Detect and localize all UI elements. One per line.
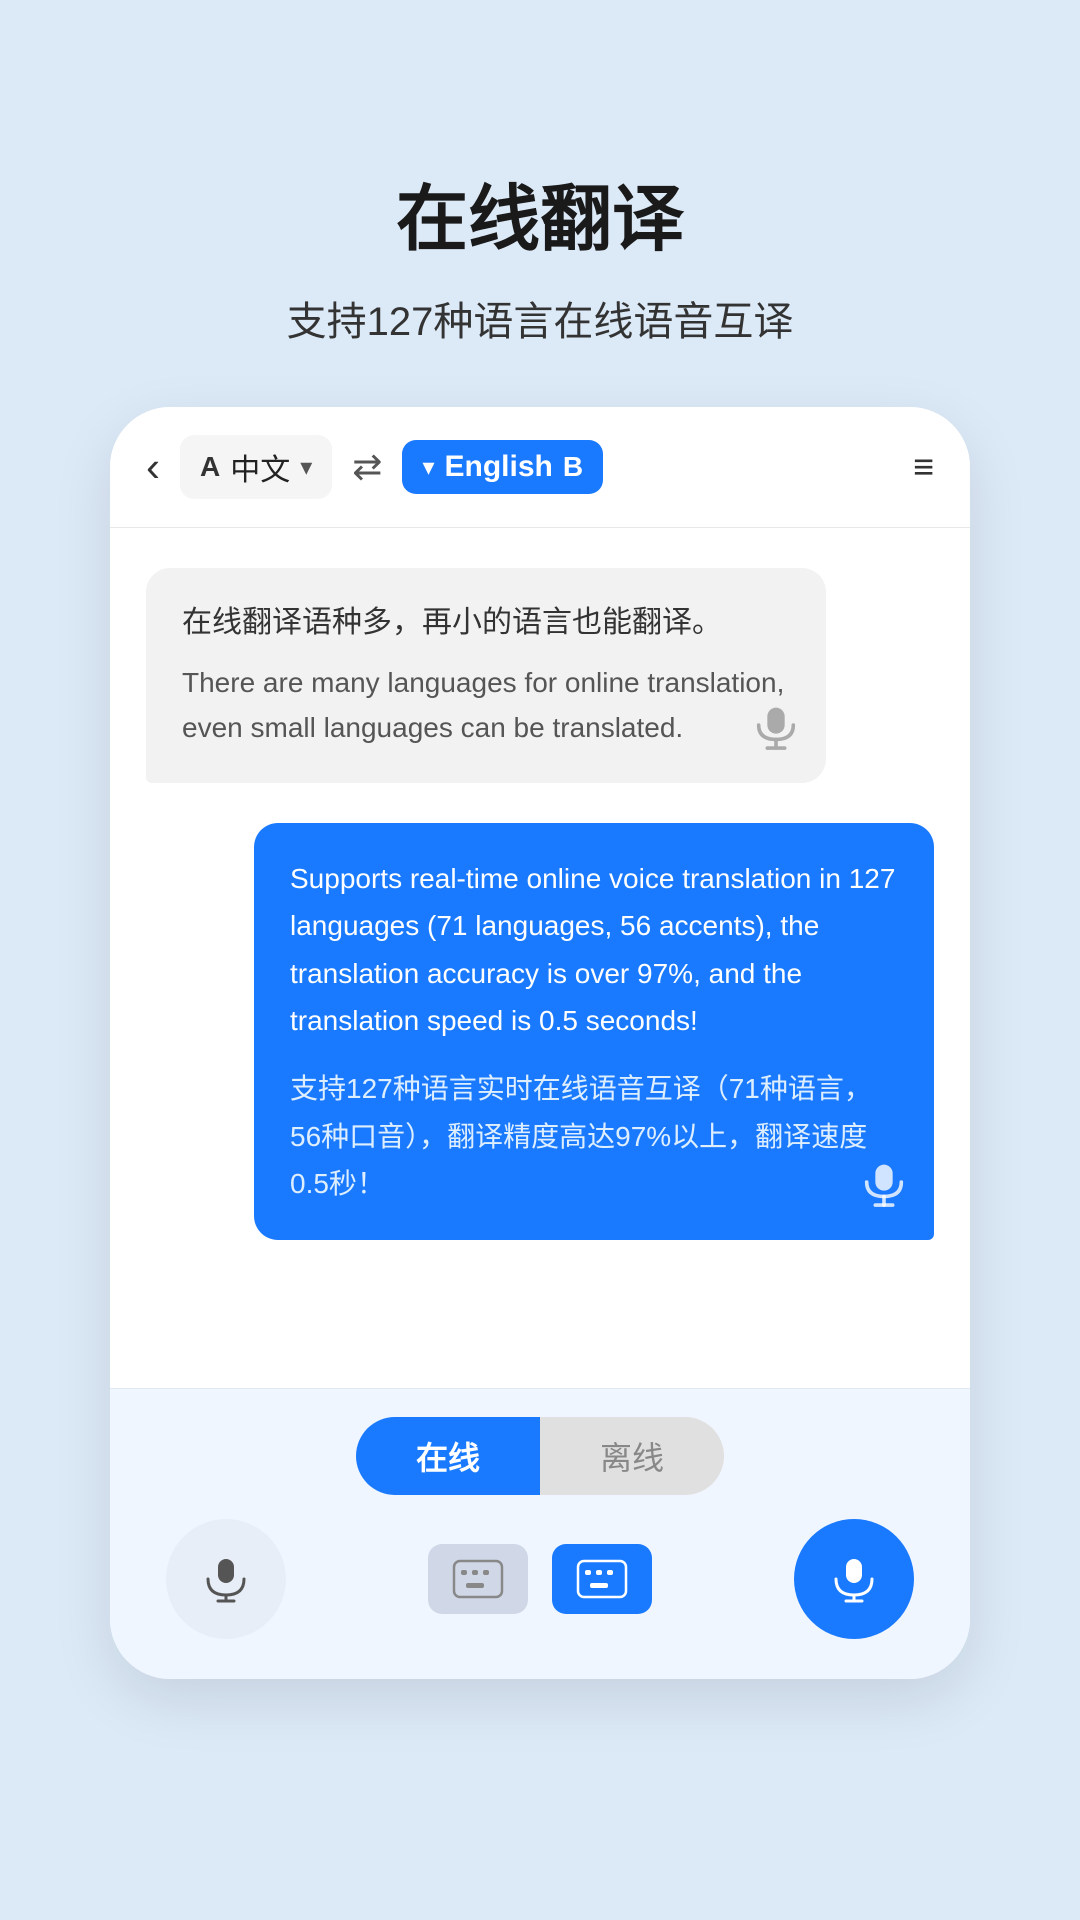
offline-mode-button[interactable]: 离线	[540, 1417, 724, 1495]
page-title: 在线翻译	[0, 160, 1080, 265]
source-lang-chevron-icon: ▾	[300, 453, 312, 482]
sent-bubble: Supports real-time online voice translat…	[254, 823, 934, 1240]
bubble-translated-text: There are many languages for online tran…	[182, 661, 790, 751]
received-message-wrap: 在线翻译语种多，再小的语言也能翻译。 There are many langua…	[146, 568, 934, 783]
target-lang-label: English	[445, 450, 553, 484]
back-button[interactable]: ‹	[146, 443, 160, 491]
bubble-english-text: Supports real-time online voice translat…	[290, 855, 898, 1045]
page-header: 在线翻译 支持127种语言在线语音互译	[0, 0, 1080, 407]
keyboard-row	[146, 1519, 934, 1639]
bottom-bar: 在线 离线	[110, 1388, 970, 1679]
target-language-selector[interactable]: ▾ English B	[402, 440, 603, 494]
menu-button[interactable]: ≡	[913, 446, 934, 488]
online-mode-button[interactable]: 在线	[356, 1417, 540, 1495]
mic-button-right[interactable]	[794, 1519, 914, 1639]
keyboard-icon-inactive	[452, 1559, 504, 1599]
bubble-source-text: 在线翻译语种多，再小的语言也能翻译。	[182, 600, 790, 645]
chat-area: 在线翻译语种多，再小的语言也能翻译。 There are many langua…	[110, 528, 970, 1388]
keyboard-buttons	[428, 1544, 652, 1614]
keyboard-button-active[interactable]	[552, 1544, 652, 1614]
source-lang-label: 中文	[230, 445, 290, 489]
play-audio-button-right[interactable]	[858, 1156, 910, 1216]
mode-switcher: 在线 离线	[146, 1417, 934, 1495]
mic-button-left[interactable]	[166, 1519, 286, 1639]
received-bubble: 在线翻译语种多，再小的语言也能翻译。 There are many langua…	[146, 568, 826, 783]
play-audio-button-left[interactable]	[750, 699, 802, 759]
keyboard-icon-active	[576, 1559, 628, 1599]
app-topbar: ‹ A 中文 ▾ ⇄ ▾ English B ≡	[110, 407, 970, 528]
phone-card: ‹ A 中文 ▾ ⇄ ▾ English B ≡ 在线翻译语种多，再小的语言也能…	[110, 407, 970, 1679]
lang-a-badge: A	[200, 451, 220, 483]
target-lang-chevron-icon: ▾	[422, 453, 434, 482]
bubble-chinese-text: 支持127种语言实时在线语音互译（71种语言，56种口音），翻译精度高达97%以…	[290, 1065, 898, 1208]
page-subtitle: 支持127种语言在线语音互译	[0, 289, 1080, 347]
microphone-icon-right	[828, 1553, 880, 1605]
lang-b-badge: B	[563, 451, 583, 483]
sent-message-wrap: Supports real-time online voice translat…	[146, 823, 934, 1240]
source-language-selector[interactable]: A 中文 ▾	[180, 435, 332, 499]
microphone-icon-left	[200, 1553, 252, 1605]
swap-languages-button[interactable]: ⇄	[352, 446, 382, 488]
keyboard-button-inactive[interactable]	[428, 1544, 528, 1614]
